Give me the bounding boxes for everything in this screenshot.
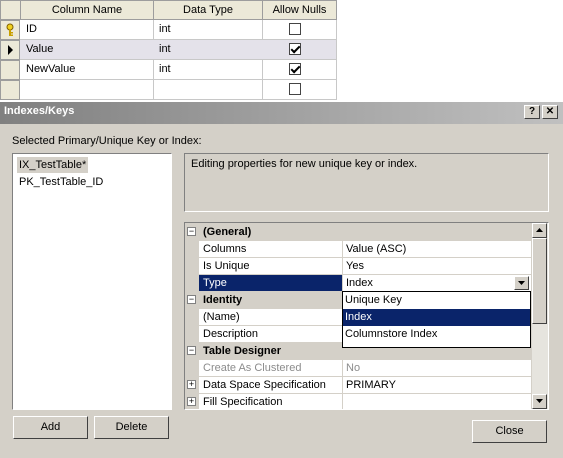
description-text: Editing properties for new unique key or… <box>191 158 418 170</box>
allow-nulls-cell[interactable] <box>262 20 337 40</box>
property-row-create-as-clustered[interactable]: Create As Clustered No <box>185 360 531 377</box>
property-name: Columns <box>199 241 343 258</box>
row-selector[interactable] <box>0 60 20 80</box>
allow-nulls-checkbox[interactable] <box>289 23 301 35</box>
current-row-arrow-icon <box>8 45 13 55</box>
data-type-cell[interactable]: int <box>153 20 263 40</box>
chevron-down-icon <box>518 281 525 285</box>
expand-icon[interactable]: + <box>187 397 196 406</box>
column-name-cell[interactable]: ID <box>20 20 154 40</box>
key-list-label: Selected Primary/Unique Key or Index: <box>12 135 202 147</box>
property-value[interactable] <box>343 394 531 409</box>
row-selector[interactable] <box>0 40 20 60</box>
property-name: Create As Clustered <box>199 360 343 377</box>
column-name-cell[interactable]: NewValue <box>20 60 154 80</box>
property-grid-scrollbar[interactable] <box>532 223 548 409</box>
allow-nulls-checkbox[interactable] <box>289 83 301 95</box>
add-button[interactable]: Add <box>13 416 88 439</box>
type-combobox[interactable]: Index <box>343 275 531 292</box>
collapse-icon[interactable]: − <box>187 227 196 236</box>
header-column-name[interactable]: Column Name <box>20 0 154 20</box>
property-value[interactable]: Value (ASC) <box>343 241 531 258</box>
category-general[interactable]: − (General) <box>185 224 531 241</box>
row-selector[interactable] <box>0 20 20 40</box>
property-row-columns[interactable]: Columns Value (ASC) <box>185 241 531 258</box>
list-item[interactable]: IX_TestTable* <box>17 157 89 173</box>
header-data-type[interactable]: Data Type <box>153 0 263 20</box>
indexes-keys-dialog: Indexes/Keys ? ✕ Selected Primary/Unique… <box>0 101 563 458</box>
table-row[interactable]: ID int <box>0 20 337 40</box>
scroll-down-button[interactable] <box>532 394 547 409</box>
property-value[interactable]: Yes <box>343 258 531 275</box>
key-index-list[interactable]: IX_TestTable* PK_TestTable_ID <box>12 153 172 410</box>
arrow-up-icon <box>536 228 543 232</box>
description-panel: Editing properties for new unique key or… <box>184 153 549 212</box>
collapse-icon[interactable]: − <box>187 346 196 355</box>
row-selector[interactable] <box>0 80 20 100</box>
list-item[interactable]: PK_TestTable_ID <box>17 174 105 190</box>
scroll-up-button[interactable] <box>532 223 547 238</box>
dialog-titlebar[interactable]: Indexes/Keys ? ✕ <box>0 102 563 124</box>
column-name-cell[interactable] <box>20 80 154 100</box>
table-row[interactable] <box>0 80 337 100</box>
data-type-cell[interactable]: int <box>153 60 263 80</box>
allow-nulls-cell[interactable] <box>262 60 337 80</box>
allow-nulls-checkbox[interactable] <box>289 43 301 55</box>
dropdown-option[interactable]: Columnstore Index <box>343 326 530 343</box>
table-row[interactable]: NewValue int <box>0 60 337 80</box>
help-button[interactable]: ? <box>524 105 540 119</box>
property-name: (Name) <box>199 309 343 326</box>
delete-button[interactable]: Delete <box>94 416 169 439</box>
grid-corner <box>0 0 21 20</box>
property-name: Type <box>199 275 343 292</box>
property-name: Description <box>199 326 343 343</box>
data-type-cell[interactable] <box>153 80 263 100</box>
property-name: Fill Specification <box>199 394 343 409</box>
property-row-fill-spec[interactable]: + Fill Specification <box>185 394 531 409</box>
header-allow-nulls[interactable]: Allow Nulls <box>262 0 337 20</box>
column-name-cell[interactable]: Value <box>20 40 154 60</box>
property-row-type[interactable]: Type Index <box>185 275 531 292</box>
category-label: (General) <box>199 224 531 241</box>
property-value: No <box>343 360 531 377</box>
scroll-thumb[interactable] <box>532 238 547 324</box>
collapse-icon[interactable]: − <box>187 295 196 304</box>
type-dropdown-list[interactable]: Unique Key Index Columnstore Index <box>342 291 531 348</box>
expand-icon[interactable]: + <box>187 380 196 389</box>
data-type-cell[interactable]: int <box>153 40 263 60</box>
primary-key-icon <box>6 23 14 36</box>
close-icon[interactable]: ✕ <box>542 105 558 119</box>
table-row[interactable]: Value int <box>0 40 337 60</box>
allow-nulls-cell[interactable] <box>262 80 337 100</box>
property-value[interactable]: PRIMARY <box>343 377 531 394</box>
type-value: Index <box>346 277 373 289</box>
property-name: Data Space Specification <box>199 377 343 394</box>
property-row-is-unique[interactable]: Is Unique Yes <box>185 258 531 275</box>
dialog-title: Indexes/Keys <box>4 105 75 117</box>
property-name: Is Unique <box>199 258 343 275</box>
table-designer-grid: Column Name Data Type Allow Nulls ID int… <box>0 0 563 103</box>
allow-nulls-checkbox[interactable] <box>289 63 301 75</box>
close-button[interactable]: Close <box>472 420 547 443</box>
dropdown-option-selected[interactable]: Index <box>343 309 530 326</box>
arrow-down-icon <box>536 399 543 403</box>
allow-nulls-cell[interactable] <box>262 40 337 60</box>
dropdown-option[interactable]: Unique Key <box>343 292 530 309</box>
property-row-data-space[interactable]: + Data Space Specification PRIMARY <box>185 377 531 394</box>
dropdown-button[interactable] <box>514 276 529 290</box>
